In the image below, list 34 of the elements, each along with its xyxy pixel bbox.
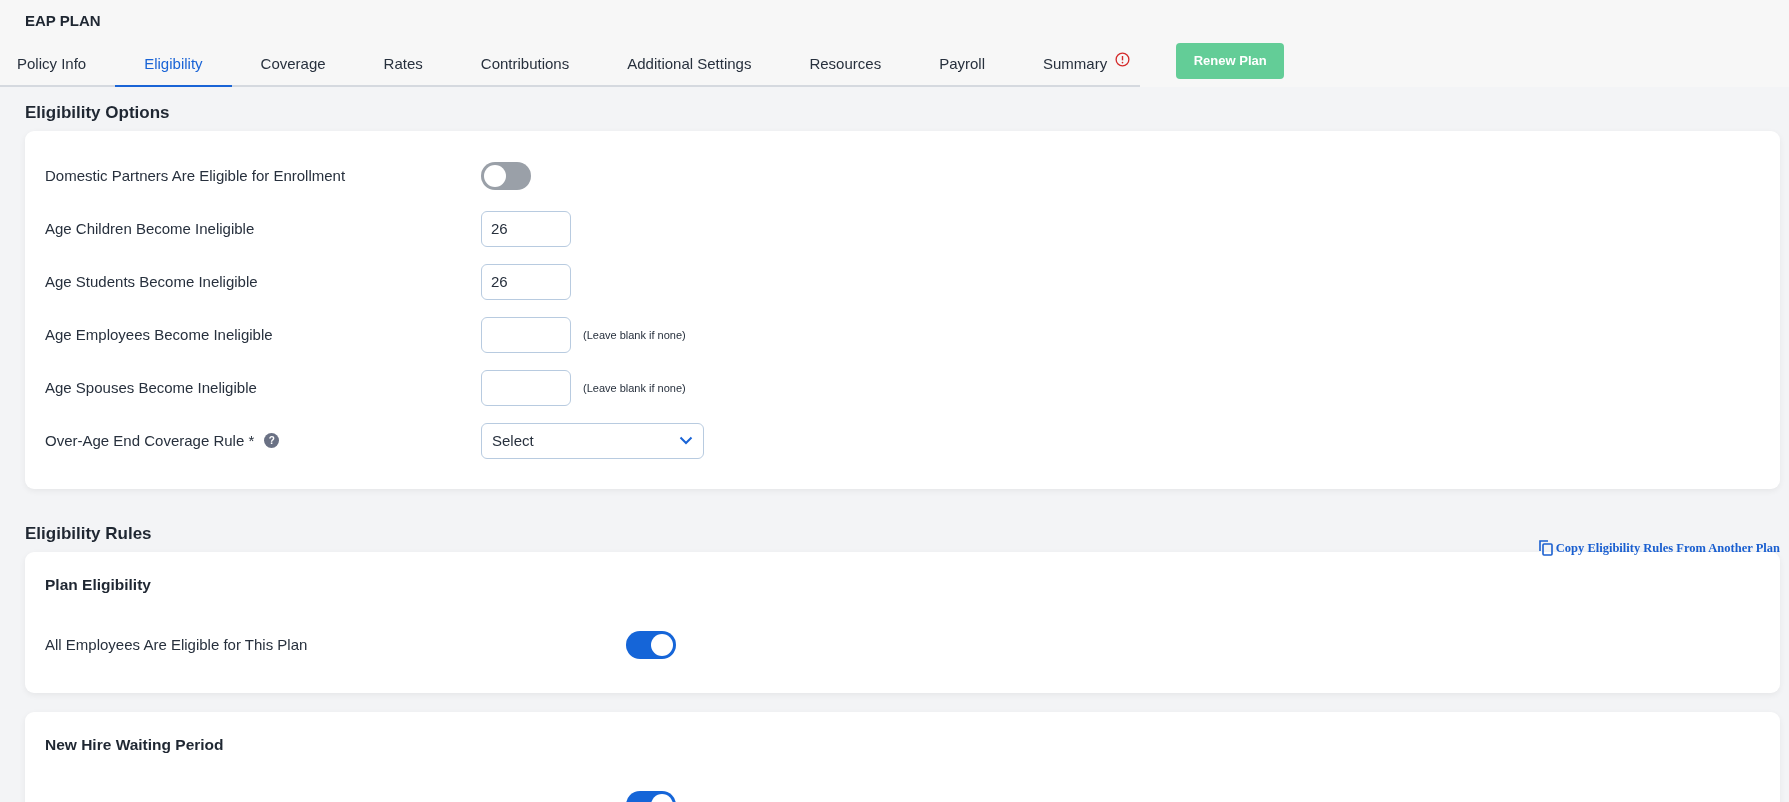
hint-text: (Leave blank if none): [583, 381, 686, 394]
hint-text: (Leave blank if none): [583, 328, 686, 341]
tab[interactable]: Additional Settings: [598, 42, 781, 87]
toggle-switch[interactable]: [626, 630, 676, 659]
field-label: Age Children Become Ineligible: [45, 220, 255, 237]
number-field[interactable]: [481, 316, 571, 353]
section-heading: Eligibility Rules: [25, 524, 152, 544]
tab[interactable]: Eligibility: [115, 42, 232, 87]
tab[interactable]: Summary: [1014, 42, 1137, 87]
page-title: EAP PLAN: [24, 11, 102, 31]
tab[interactable]: Resources: [780, 42, 911, 87]
toggle-switch[interactable]: [481, 161, 531, 190]
help-icon[interactable]: ?: [264, 433, 280, 448]
card-title: New Hire Waiting Period: [45, 736, 225, 754]
field-label: Domestic Partners Are Eligible for Enrollment: [45, 167, 346, 184]
tab[interactable]: Rates: [354, 42, 452, 87]
number-field[interactable]: 26: [481, 263, 571, 300]
copy-rules-link[interactable]: Copy Eligibility Rules From Another Plan: [1538, 540, 1780, 556]
section-heading: Eligibility Options: [25, 103, 170, 123]
chevron-down-icon: [679, 436, 693, 445]
card-title: Plan Eligibility: [45, 576, 152, 594]
tab[interactable]: Coverage: [231, 42, 355, 87]
field-label: Age Employees Become Ineligible: [45, 326, 273, 343]
field-label: Age Spouses Become Ineligible: [45, 379, 257, 396]
field-label: Age Students Become Ineligible: [45, 273, 258, 290]
tab[interactable]: Payroll: [910, 42, 1014, 87]
tab[interactable]: Contributions: [451, 42, 599, 87]
field-label: Over-Age End Coverage Rule *: [45, 432, 255, 449]
copy-icon: [1538, 540, 1553, 556]
number-field[interactable]: [481, 369, 571, 406]
number-field[interactable]: 26: [481, 210, 571, 247]
select-dropdown[interactable]: Select: [481, 422, 704, 459]
field-label: All Employees Are Eligible for This Plan: [45, 636, 308, 653]
tab[interactable]: Policy Info: [0, 42, 116, 87]
